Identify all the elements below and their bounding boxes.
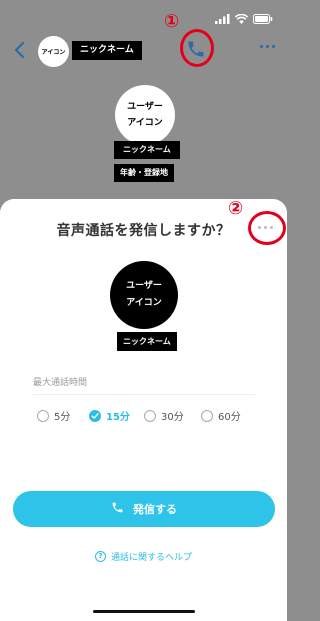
annotation-marker-1: ① (164, 11, 180, 32)
start-call-label: 発信する (133, 503, 177, 516)
phone-icon (111, 501, 124, 517)
callee-nickname: ニックネーム (117, 332, 177, 351)
dialog-title: 音声通話を発信しますか？ (56, 223, 231, 239)
call-confirm-sheet: 音声通話を発信しますか？ ユーザー アイコン ニックネーム 最大通話時間 5分 … (0, 199, 287, 621)
profile-avatar: ユーザー アイコン (115, 85, 175, 145)
divider (33, 394, 255, 395)
header-avatar[interactable]: アイコン (38, 36, 69, 67)
duration-option-60[interactable]: 60分 (201, 408, 241, 423)
call-help-link[interactable]: ? 通話に関するヘルプ (0, 550, 287, 563)
annotation-marker-2: ② (228, 198, 244, 219)
annotation-circle-2 (248, 211, 286, 245)
home-indicator (93, 610, 195, 613)
annotation-circle-1 (180, 29, 214, 67)
nav-bar: アイコン ニックネーム (0, 30, 287, 70)
wifi-icon (234, 9, 249, 28)
duration-option-30[interactable]: 30分 (144, 408, 184, 423)
duration-options: 5分 15分 30分 60分 (37, 408, 277, 423)
signal-icon (215, 9, 230, 28)
more-options-icon[interactable] (260, 45, 275, 48)
profile-age-location: 年齢・登録地 (114, 164, 174, 182)
radio-icon (144, 409, 156, 422)
duration-option-15[interactable]: 15分 (89, 408, 130, 423)
help-icon: ? (94, 551, 106, 562)
max-duration-label: 最大通話時間 (33, 378, 88, 388)
battery-icon (253, 9, 273, 28)
profile-nickname: ニックネーム (114, 141, 180, 159)
duration-option-5[interactable]: 5分 (37, 408, 70, 423)
help-link-label: 通話に関するヘルプ (110, 553, 192, 563)
header-nickname: ニックネーム (72, 41, 142, 60)
radio-icon (37, 409, 49, 422)
radio-checked-icon (89, 409, 101, 422)
start-call-button[interactable]: 発信する (13, 491, 275, 527)
status-bar (0, 0, 287, 28)
radio-icon (201, 409, 213, 422)
back-chevron-icon[interactable] (12, 40, 28, 60)
callee-avatar: ユーザー アイコン (110, 261, 178, 329)
